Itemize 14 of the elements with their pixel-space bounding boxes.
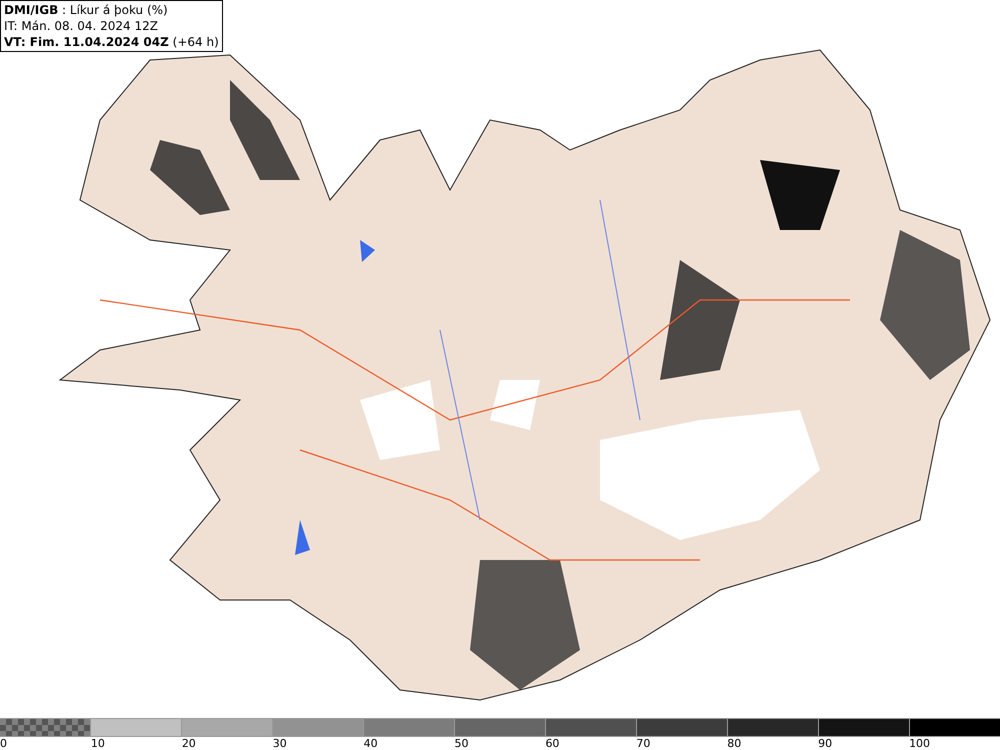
header-line: DMI/IGB : Líkur á þoku (%) [4,2,169,18]
colorbar-tick-label: 10 [90,737,105,750]
colorbar-tick-label: 30 [272,737,287,750]
colorbar-tick-label: 100 [909,737,930,750]
colorbar-tick-label: 40 [364,737,378,750]
colorbar-tick-label: 50 [454,737,469,750]
colorbar-tick-label: 70 [636,737,650,750]
colorbar-tick-label: 20 [182,737,196,750]
colorbar-tick-label: 0 [0,737,7,750]
colorbar-tick-label: 60 [545,737,560,750]
colorbar-tick-label: 80 [727,737,742,750]
header-line: VT: Fim. 11.04.2024 04Z (+64 h) [4,34,219,50]
header-line: IT: Mán. 08. 04. 2024 12Z [4,18,159,34]
colorbar-tick-label: 90 [818,737,832,750]
